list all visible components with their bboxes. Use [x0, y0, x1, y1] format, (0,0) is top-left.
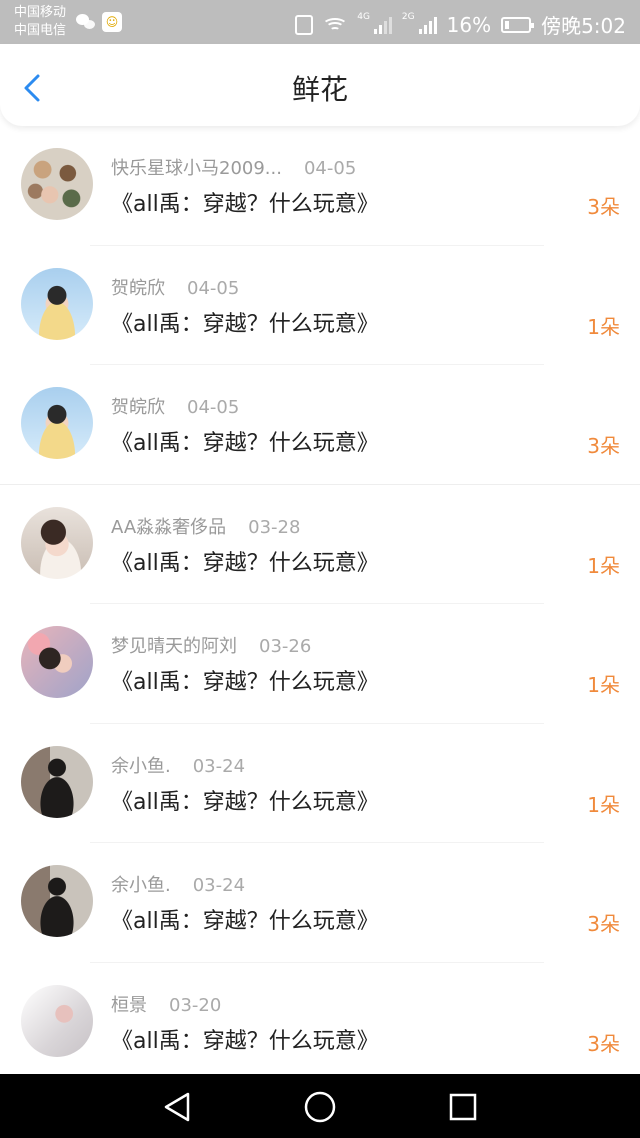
avatar: [21, 626, 93, 698]
nav-recents-button[interactable]: [446, 1090, 480, 1124]
book-title[interactable]: 《all禹：穿越？什么玩意》: [111, 664, 379, 696]
list-item[interactable]: 余小鱼. 03-24 《all禹：穿越？什么玩意》 1朵: [0, 724, 640, 843]
battery-icon: [501, 16, 535, 33]
record-date: 03-24: [192, 875, 246, 896]
list-item[interactable]: 贺皖欣 04-05 《all禹：穿越？什么玩意》 1朵: [0, 246, 640, 365]
page-title: 鲜花: [291, 73, 348, 106]
book-title[interactable]: 《all禹：穿越？什么玩意》: [111, 784, 379, 816]
flower-count: 3朵: [587, 1031, 620, 1056]
back-triangle-icon: [164, 1092, 190, 1122]
page-header: 鲜花: [0, 44, 640, 126]
nav-home-button[interactable]: [303, 1090, 337, 1124]
record-meta: 快乐星球小马2009... 04-05: [111, 154, 356, 180]
flower-count: 3朵: [587, 434, 620, 458]
wechat-icon: [76, 14, 96, 30]
nav-back-button[interactable]: [160, 1090, 194, 1124]
avatar: [21, 506, 93, 579]
wifi-icon: [322, 16, 349, 34]
network-type-label: 2G: [401, 11, 415, 22]
user-name[interactable]: 余小鱼.: [111, 756, 171, 777]
book-title[interactable]: 《all禹：穿越？什么玩意》: [111, 545, 379, 577]
book-title[interactable]: 《all禹：穿越？什么玩意》: [111, 186, 379, 218]
notification-icons: ☺: [76, 12, 122, 32]
vibrate-icon: [295, 14, 314, 35]
signal-icon: [418, 16, 437, 34]
carrier-info: 中国移动 中国电信: [14, 4, 66, 40]
list-item[interactable]: 梦见晴天的阿刘 03-26 《all禹：穿越？什么玩意》 1朵: [0, 604, 640, 724]
book-title[interactable]: 《all禹：穿越？什么玩意》: [111, 903, 379, 935]
record-meta: 桓景 03-20: [111, 991, 221, 1017]
flower-count: 1朵: [587, 792, 620, 817]
avatar: [21, 267, 93, 340]
list-item[interactable]: 余小鱼. 03-24 《all禹：穿越？什么玩意》 3朵: [0, 843, 640, 963]
list-item[interactable]: 桓景 03-20 《all禹：穿越？什么玩意》 3朵: [0, 963, 640, 1083]
record-meta: 余小鱼. 03-24: [111, 752, 245, 778]
avatar: [21, 865, 93, 937]
book-title[interactable]: 《all禹：穿越？什么玩意》: [111, 306, 379, 338]
status-bar: 中国移动 中国电信 ☺ 4G 2G 16% 傍晚5:02: [0, 0, 640, 44]
record-date: 04-05: [187, 277, 240, 299]
flower-count: 3朵: [587, 912, 620, 936]
record-date: 04-05: [187, 397, 240, 418]
flower-record-list: 快乐星球小马2009... 04-05 《all禹：穿越？什么玩意》 3朵 贺皖欣…: [0, 126, 640, 1082]
system-nav-bar: [0, 1074, 640, 1138]
record-date: 03-28: [248, 516, 301, 538]
record-meta: 梦见晴天的阿刘 03-26: [111, 632, 311, 658]
record-date: 03-26: [259, 636, 312, 657]
record-date: 04-05: [303, 158, 357, 179]
app-notification-icon: ☺: [102, 12, 122, 32]
user-name[interactable]: 桓景: [111, 995, 147, 1016]
record-meta: 贺皖欣 04-05: [111, 393, 239, 419]
record-date: 03-24: [192, 755, 246, 777]
flower-count: 1朵: [587, 553, 620, 578]
user-name[interactable]: 余小鱼.: [111, 875, 171, 896]
signal-icon: [373, 16, 392, 34]
battery-percent: 16%: [446, 12, 492, 37]
user-name[interactable]: 梦见晴天的阿刘: [111, 636, 237, 657]
system-indicators: 4G 2G 16% 傍晚5:02: [295, 10, 626, 39]
avatar: [21, 387, 93, 459]
list-item[interactable]: AA淼淼奢侈品 03-28 《all禹：穿越？什么玩意》 1朵: [0, 485, 640, 604]
record-meta: AA淼淼奢侈品 03-28: [111, 513, 300, 539]
carrier-label: 中国电信: [14, 23, 67, 38]
flower-count: 1朵: [587, 314, 620, 339]
avatar: [21, 148, 93, 220]
book-title[interactable]: 《all禹：穿越？什么玩意》: [111, 1023, 379, 1055]
user-name[interactable]: 快乐星球小马2009...: [111, 158, 282, 179]
record-date: 03-20: [169, 994, 222, 1016]
list-item[interactable]: 快乐星球小马2009... 04-05 《all禹：穿越？什么玩意》 3朵: [0, 126, 640, 246]
flower-count: 1朵: [587, 673, 620, 697]
clock: 傍晚5:02: [541, 14, 626, 38]
record-meta: 余小鱼. 03-24: [111, 871, 245, 897]
flower-count: 3朵: [587, 195, 620, 219]
record-meta: 贺皖欣 04-05: [111, 274, 239, 300]
home-circle-icon: [304, 1091, 336, 1123]
carrier-label: 中国移动: [14, 5, 67, 20]
avatar: [21, 984, 93, 1057]
recents-square-icon: [449, 1093, 477, 1121]
book-title[interactable]: 《all禹：穿越？什么玩意》: [111, 425, 379, 457]
user-name[interactable]: AA淼淼奢侈品: [111, 517, 226, 538]
network-type-label: 4G: [357, 11, 370, 22]
user-name[interactable]: 贺皖欣: [111, 397, 165, 418]
avatar: [21, 745, 93, 818]
list-item[interactable]: 贺皖欣 04-05 《all禹：穿越？什么玩意》 3朵: [0, 365, 640, 485]
user-name[interactable]: 贺皖欣: [111, 278, 165, 299]
